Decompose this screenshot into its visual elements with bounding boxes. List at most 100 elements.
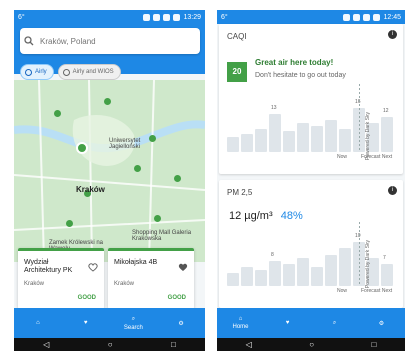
system-nav-bar: ◁ ○ □ (14, 338, 205, 351)
bar-value-label: 7 (383, 255, 386, 261)
nav-home[interactable]: ⌂ (23, 308, 53, 338)
station-card[interactable]: Mikołajska 4B Kraków GOOD (108, 248, 194, 309)
caqi-title: CAQI (227, 32, 247, 41)
forecast-label: Forecast Next (361, 154, 393, 160)
info-icon[interactable]: i (388, 30, 397, 39)
home-circle-icon[interactable]: ○ (108, 340, 113, 349)
bar (241, 134, 253, 152)
bar (269, 261, 281, 286)
bar (297, 123, 309, 152)
now-divider (359, 222, 360, 286)
status-time: 13:29 (183, 13, 201, 21)
bar (227, 273, 239, 286)
search-icon: ⌕ (332, 319, 337, 326)
info-icon[interactable]: i (388, 186, 397, 195)
bar (311, 126, 323, 152)
sensor-marker[interactable] (134, 165, 141, 172)
search-icon: ⌕ (131, 315, 136, 322)
station-city: Kraków (114, 281, 135, 287)
signal-icon (363, 13, 371, 21)
nav-search[interactable]: ⌕ Search (118, 308, 148, 338)
recents-icon[interactable]: □ (171, 340, 176, 349)
bottom-navigation: ⌂ ♥ ⌕ Search ⚙ (14, 308, 205, 338)
search-bar[interactable] (20, 28, 200, 54)
status-time: 12:45 (383, 13, 401, 21)
sensor-marker[interactable] (104, 98, 111, 105)
battery-icon (373, 13, 381, 21)
heart-icon: ♥ (83, 320, 88, 326)
bar-value-label: 13 (271, 105, 277, 111)
now-label: Now (337, 154, 348, 160)
sensor-marker-selected[interactable] (76, 142, 88, 154)
station-title: Wydział Architektury PK (24, 259, 73, 275)
back-icon[interactable]: ◁ (43, 340, 49, 349)
nav-settings[interactable]: ⚙ (166, 308, 196, 338)
station-city: Kraków (24, 281, 45, 287)
bar (339, 248, 351, 286)
bar (269, 114, 281, 152)
pm-panel: PM 2,5 i 12 µg/m³ 48% 8 10 7 Powered by Da… (219, 180, 403, 308)
heart-outline-icon[interactable] (88, 259, 98, 277)
forecast-label: Forecast Next (361, 288, 393, 294)
powered-by-label: Powered by Dark Sky (365, 112, 371, 161)
nav-home[interactable]: ⌂ Home (226, 308, 256, 338)
bar (255, 270, 267, 286)
sensor-marker[interactable] (66, 220, 73, 227)
pm-percent: 48% (280, 210, 303, 222)
sensor-marker[interactable] (174, 175, 181, 182)
recents-icon[interactable]: □ (371, 340, 376, 349)
sensor-marker[interactable] (154, 215, 161, 222)
gear-icon: ⚙ (178, 320, 184, 327)
nav-favorites[interactable]: ♥ (71, 308, 101, 338)
station-cards: Wydział Architektury PK Kraków GOOD Miko… (14, 248, 205, 309)
phone-screen-map: 6° 13:29 Airly Airly and WIOS (14, 10, 205, 351)
map-label-poi: Shopping Mall Galeria Krakowska (132, 230, 192, 242)
search-icon (20, 36, 38, 46)
map-label-city: Kraków (76, 185, 105, 194)
home-circle-icon[interactable]: ○ (309, 340, 314, 349)
powered-by-label: Powered by Dark Sky (365, 240, 371, 289)
home-icon: ⌂ (36, 320, 40, 326)
bar (381, 117, 393, 152)
status-temp: 6° (221, 13, 228, 21)
heart-filled-icon[interactable] (178, 259, 188, 277)
home-icon: ⌂ (238, 316, 243, 322)
status-bar: 6° 13:29 (14, 10, 205, 24)
station-card[interactable]: Wydział Architektury PK Kraków GOOD (18, 248, 104, 309)
pm-title: PM 2,5 (227, 188, 253, 197)
heart-icon: ♥ (285, 320, 290, 326)
status-icons: 12:45 (343, 13, 401, 21)
wifi-icon (153, 13, 161, 21)
toggle-airly[interactable]: Airly (20, 64, 54, 80)
pm-value-row: 12 µg/m³ 48% (229, 210, 303, 222)
radio-icon (25, 68, 32, 76)
bar (227, 137, 239, 152)
search-input[interactable] (38, 35, 192, 47)
phone-screen-details: 6° 12:45 CAQI i 20 Great air here today!… (217, 10, 405, 351)
bar (283, 264, 295, 286)
bar (325, 255, 337, 286)
wifi-icon (353, 13, 361, 21)
status-temp: 6° (18, 13, 25, 21)
signal-icon (163, 13, 171, 21)
toggle-airly-wios[interactable]: Airly and WIOS (57, 64, 121, 80)
nav-favorites[interactable]: ♥ (273, 308, 303, 338)
source-toggles: Airly Airly and WIOS (20, 64, 121, 80)
sensor-marker[interactable] (54, 110, 61, 117)
back-icon[interactable]: ◁ (246, 340, 252, 349)
caqi-headline: Great air here today! (255, 58, 334, 67)
nav-settings[interactable]: ⚙ (367, 308, 397, 338)
map-label-poi: Uniwersytet Jagielloński (109, 138, 141, 150)
nav-search[interactable]: ⌕ (320, 308, 350, 338)
system-nav-bar: ◁ ○ □ (217, 338, 405, 351)
nav-home-label: Home (232, 324, 249, 330)
caqi-xlabels: Now Forecast Next (227, 154, 395, 164)
station-level: GOOD (77, 295, 96, 301)
bar (325, 120, 337, 152)
now-divider (359, 84, 360, 152)
map-view[interactable]: Kraków Uniwersytet Jagielloński Zamek Kr… (14, 80, 205, 262)
bar-value-label: 12 (383, 108, 389, 114)
bar (311, 267, 323, 286)
now-label: Now (337, 288, 348, 294)
pm-xlabels: Now Forecast Next (227, 288, 395, 298)
